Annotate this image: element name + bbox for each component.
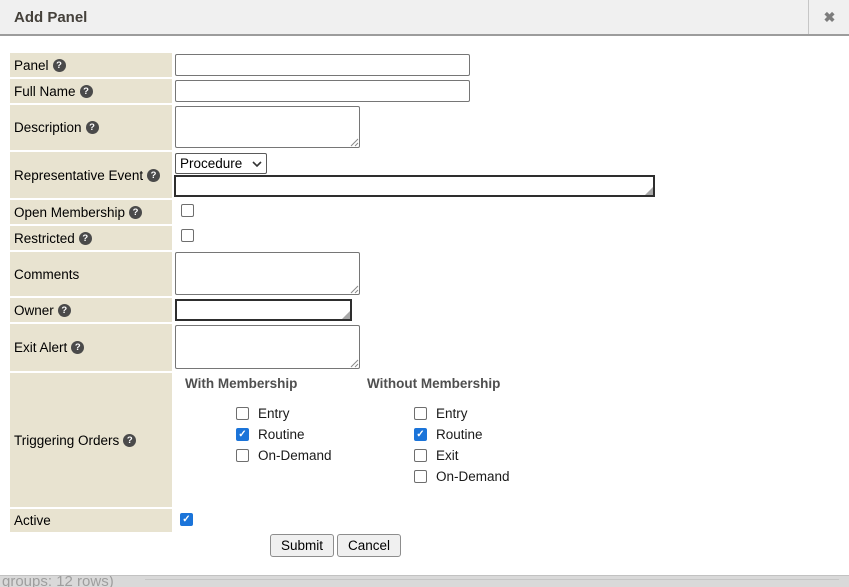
option-label: Exit [436,448,459,463]
row-label-representative-event: Representative Event [10,152,172,198]
row-label-active: Active [10,509,172,532]
dialog-title: Add Panel [14,9,87,26]
help-icon[interactable] [79,232,92,245]
open-membership-label: Open Membership [14,205,125,220]
row-label-comments: Comments [10,252,172,296]
row-label-exit-alert: Exit Alert [10,324,172,371]
representative-event-selected-option: Procedure [180,156,242,171]
chevron-down-icon [252,161,262,167]
triggering-orders-label: Triggering Orders [14,433,119,448]
owner-label: Owner [14,303,54,318]
row-label-open-membership: Open Membership [10,200,172,224]
help-icon[interactable] [58,304,71,317]
checkbox-option[interactable]: Entry [414,407,510,420]
close-button[interactable] [810,0,849,34]
without-membership-header: Without Membership [367,376,500,391]
background-divider-line [145,579,839,580]
checkbox-option[interactable]: Exit [414,449,510,462]
with-membership-header: With Membership [185,376,297,391]
help-icon[interactable] [129,206,142,219]
full-name-input[interactable] [175,80,470,102]
combo-corner-icon [645,187,653,195]
on-demand-checkbox[interactable] [236,449,249,462]
description-textarea[interactable] [175,106,360,148]
help-icon[interactable] [53,59,66,72]
entry-checkbox[interactable] [414,407,427,420]
representative-event-input[interactable] [176,177,653,195]
option-label: On-Demand [436,469,510,484]
routine-checkbox[interactable] [414,428,427,441]
row-label-triggering-orders: Triggering Orders [10,373,172,507]
row-label-full-name: Full Name [10,79,172,103]
description-label: Description [14,120,82,135]
add-panel-dialog: Add Panel Panel Full Name Description Re… [0,0,849,587]
panel-label: Panel [14,58,49,73]
representative-event-label: Representative Event [14,168,143,183]
header-divider [808,0,809,34]
full-name-label: Full Name [14,84,76,99]
submit-button[interactable]: Submit [270,534,334,557]
dialog-header: Add Panel [0,0,849,36]
option-label: Entry [436,406,468,421]
option-label: Entry [258,406,290,421]
background-partial-text: groups: 12 rows) [2,575,114,587]
open-membership-checkbox[interactable] [181,204,194,217]
option-label: Routine [436,427,483,442]
row-label-panel: Panel [10,53,172,77]
restricted-label: Restricted [14,231,75,246]
owner-input[interactable] [177,301,350,319]
comments-textarea[interactable] [175,252,360,295]
active-checkbox[interactable] [180,513,193,526]
help-icon[interactable] [86,121,99,134]
combo-corner-icon [342,311,350,319]
row-label-restricted: Restricted [10,226,172,250]
entry-checkbox[interactable] [236,407,249,420]
exit-alert-label: Exit Alert [14,340,67,355]
cancel-button[interactable]: Cancel [337,534,401,557]
help-icon[interactable] [80,85,93,98]
checkbox-option[interactable]: On-Demand [414,470,510,483]
row-label-owner: Owner [10,298,172,322]
help-icon[interactable] [123,434,136,447]
triggering-orders-section: With Membership Without Membership Entry… [175,373,695,507]
checkbox-option[interactable]: Routine [236,428,332,441]
comments-label: Comments [14,267,79,282]
checkbox-option[interactable]: On-Demand [236,449,332,462]
owner-combo [175,299,352,321]
panel-input[interactable] [175,54,470,76]
representative-event-combo [174,175,655,197]
exit-alert-textarea[interactable] [175,325,360,369]
help-icon[interactable] [147,169,160,182]
routine-checkbox[interactable] [236,428,249,441]
exit-checkbox[interactable] [414,449,427,462]
option-label: Routine [258,427,305,442]
close-icon [824,10,836,24]
on-demand-checkbox[interactable] [414,470,427,483]
row-label-description: Description [10,105,172,150]
without-membership-options: Entry Routine Exit On-Demand [414,407,510,483]
active-label: Active [14,513,51,528]
with-membership-options: Entry Routine On-Demand [236,407,332,462]
checkbox-option[interactable]: Routine [414,428,510,441]
option-label: On-Demand [258,448,332,463]
checkbox-option[interactable]: Entry [236,407,332,420]
help-icon[interactable] [71,341,84,354]
representative-event-select[interactable]: Procedure [175,153,267,174]
background-page-strip: groups: 12 rows) [0,575,849,587]
restricted-checkbox[interactable] [181,229,194,242]
